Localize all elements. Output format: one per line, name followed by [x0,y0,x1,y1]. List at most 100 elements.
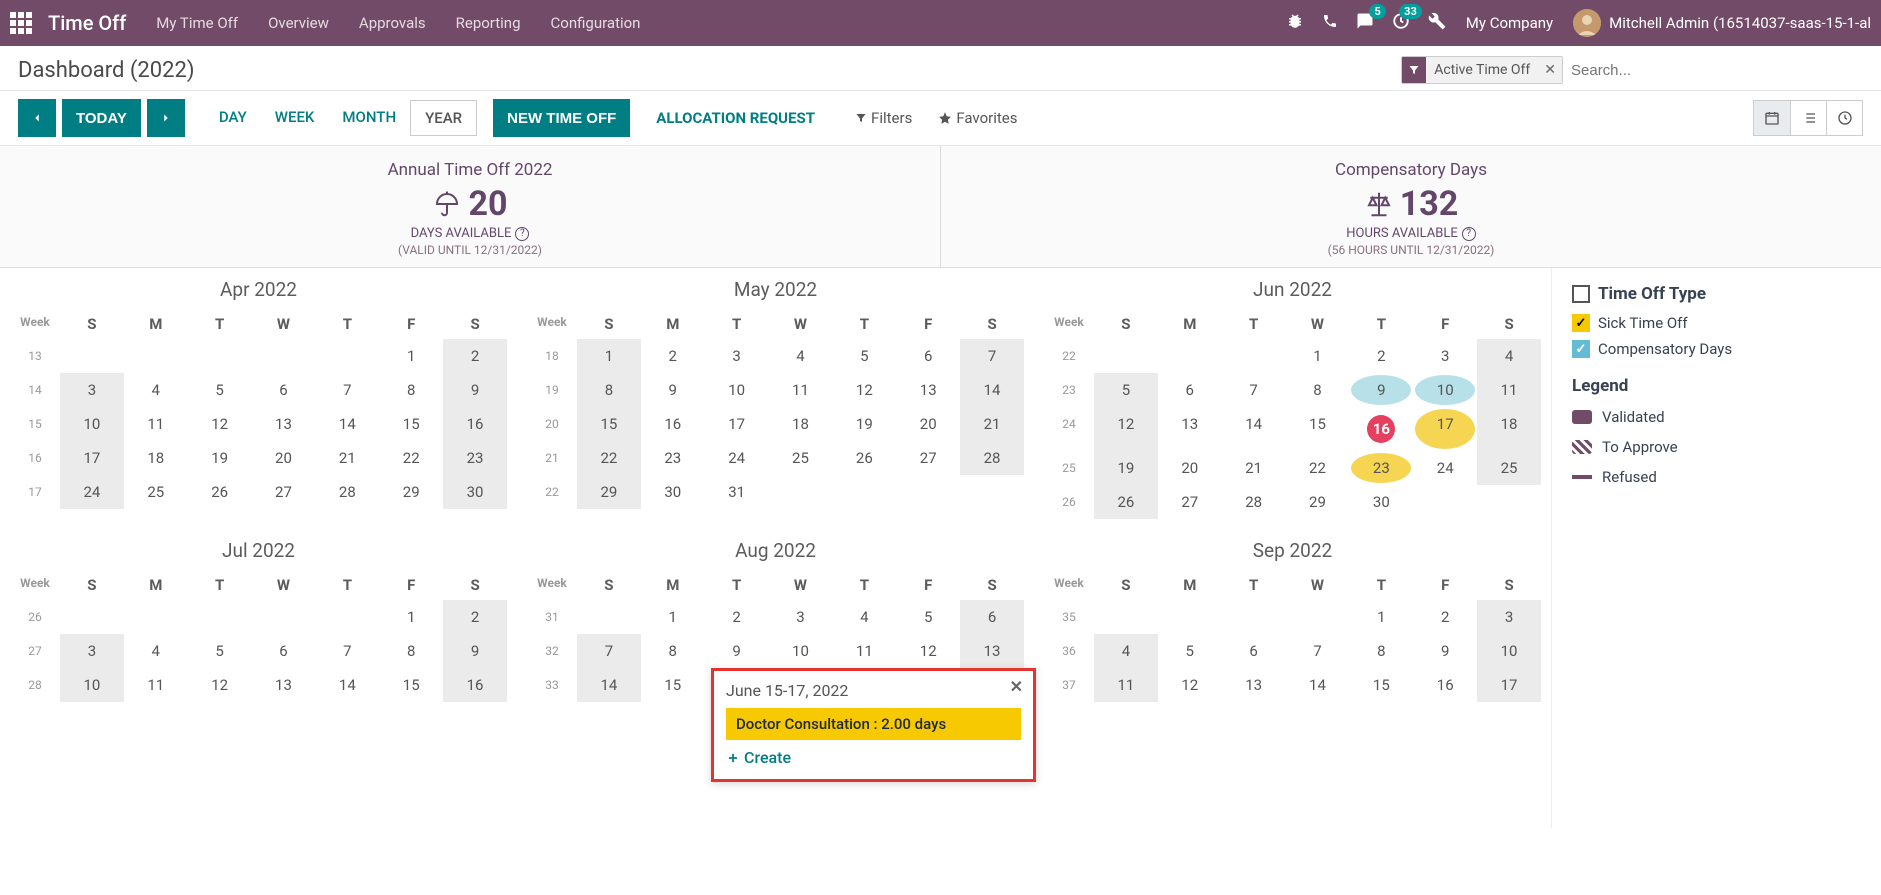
calendar-day[interactable] [1222,600,1286,634]
help-icon[interactable]: ? [1462,227,1476,241]
calendar-day[interactable]: 28 [1222,485,1286,519]
calendar-day[interactable]: 2 [443,600,507,634]
calendar-day[interactable]: 6 [960,600,1024,634]
calendar-day[interactable]: 12 [188,407,252,441]
calendar-day[interactable]: 16 [641,407,705,441]
calendar-day[interactable] [1477,485,1541,519]
calendar-day[interactable]: 3 [705,339,769,373]
calendar-day[interactable]: 3 [60,373,124,407]
calendar-day[interactable]: 15 [379,668,443,702]
calendar-day[interactable]: 30 [443,475,507,509]
calendar-day[interactable]: 5 [896,600,960,634]
calendar-day[interactable]: 21 [960,407,1024,441]
calendar-day[interactable]: 4 [769,339,833,373]
calendar-day[interactable]: 25 [769,441,833,475]
calendar-day[interactable] [1158,339,1222,373]
calendar-day[interactable]: 29 [379,475,443,509]
today-button[interactable]: TODAY [62,99,141,137]
calendar-day[interactable]: 28 [960,441,1024,475]
calendar-day[interactable]: 6 [252,373,316,407]
bug-icon[interactable] [1286,12,1304,34]
calendar-day[interactable]: 7 [1286,634,1350,668]
activity-view-button[interactable] [1826,101,1862,135]
messages-icon[interactable]: 5 [1356,12,1374,34]
calendar-day[interactable]: 14 [315,668,379,702]
calendar-day[interactable]: 29 [1286,485,1350,519]
calendar-day[interactable]: 17 [1477,668,1541,702]
menu-configuration[interactable]: Configuration [551,14,641,32]
calendar-day[interactable]: 18 [1477,407,1541,451]
calendar-day[interactable] [315,600,379,634]
calendar-day[interactable]: 11 [1477,373,1541,407]
calendar-day[interactable]: 4 [1094,634,1158,668]
calendar-day[interactable] [896,475,960,509]
calendar-day[interactable]: 14 [960,373,1024,407]
calendar-day[interactable]: 8 [379,634,443,668]
calendar-day[interactable] [60,339,124,373]
new-time-off-button[interactable]: NEW TIME OFF [493,99,630,137]
calendar-day[interactable]: 13 [1158,407,1222,451]
tab-day[interactable]: DAY [205,100,261,136]
calendar-day[interactable]: 10 [1413,373,1477,407]
calendar-day[interactable]: 27 [1158,485,1222,519]
calendar-day[interactable]: 20 [252,441,316,475]
calendar-day[interactable]: 1 [379,600,443,634]
calendar-day[interactable]: 10 [60,668,124,702]
calendar-day[interactable]: 5 [188,634,252,668]
favorites-dropdown[interactable]: Favorites [938,109,1017,127]
calendar-day[interactable]: 11 [1094,668,1158,702]
calendar-day[interactable]: 13 [1222,668,1286,702]
calendar-day[interactable]: 12 [1094,407,1158,451]
calendar-day[interactable]: 6 [1158,373,1222,407]
calendar-day[interactable] [188,600,252,634]
calendar-day[interactable]: 2 [1349,339,1413,373]
activities-icon[interactable]: 33 [1392,12,1410,34]
calendar-day[interactable]: 27 [896,441,960,475]
calendar-day[interactable]: 30 [641,475,705,509]
calendar-day[interactable]: 26 [188,475,252,509]
tools-icon[interactable] [1428,12,1446,34]
calendar-day[interactable]: 14 [1286,668,1350,702]
calendar-day[interactable] [769,475,833,509]
calendar-day[interactable]: 5 [832,339,896,373]
calendar-day[interactable]: 5 [188,373,252,407]
calendar-day[interactable]: 4 [832,600,896,634]
menu-my-time-off[interactable]: My Time Off [156,14,238,32]
calendar-day[interactable]: 3 [769,600,833,634]
calendar-day[interactable]: 12 [832,373,896,407]
calendar-day[interactable]: 27 [252,475,316,509]
calendar-day[interactable]: 25 [1477,451,1541,485]
calendar-day[interactable]: 3 [60,634,124,668]
tab-week[interactable]: WEEK [261,100,329,136]
calendar-day[interactable]: 31 [705,475,769,509]
calendar-day[interactable]: 26 [1094,485,1158,519]
menu-approvals[interactable]: Approvals [359,14,426,32]
tab-month[interactable]: MONTH [328,100,410,136]
calendar-day[interactable]: 10 [705,373,769,407]
calendar-day[interactable]: 24 [1413,451,1477,485]
type-compensatory[interactable]: ✓ Compensatory Days [1572,340,1861,358]
filter-tag-remove[interactable]: ✕ [1538,62,1562,78]
calendar-day[interactable]: 2 [443,339,507,373]
calendar-day[interactable]: 22 [1286,451,1350,485]
calendar-view-button[interactable] [1754,101,1790,135]
calendar-day[interactable]: 1 [1349,600,1413,634]
calendar-day[interactable]: 7 [1222,373,1286,407]
calendar-day[interactable]: 24 [705,441,769,475]
calendar-day[interactable]: 24 [60,475,124,509]
menu-overview[interactable]: Overview [268,14,329,32]
calendar-day[interactable] [315,339,379,373]
calendar-day[interactable]: 9 [1413,634,1477,668]
search-input[interactable] [1563,58,1863,83]
calendar-day[interactable]: 10 [60,407,124,441]
calendar-day[interactable]: 2 [641,339,705,373]
calendar-day[interactable] [960,475,1024,509]
calendar-day[interactable]: 15 [577,407,641,441]
calendar-day[interactable]: 6 [252,634,316,668]
calendar-day[interactable]: 16 [443,407,507,441]
calendar-day[interactable] [60,600,124,634]
calendar-day[interactable]: 12 [1158,668,1222,702]
type-sick[interactable]: ✓ Sick Time Off [1572,314,1861,332]
calendar-day[interactable]: 6 [1222,634,1286,668]
calendar-day[interactable] [1094,339,1158,373]
